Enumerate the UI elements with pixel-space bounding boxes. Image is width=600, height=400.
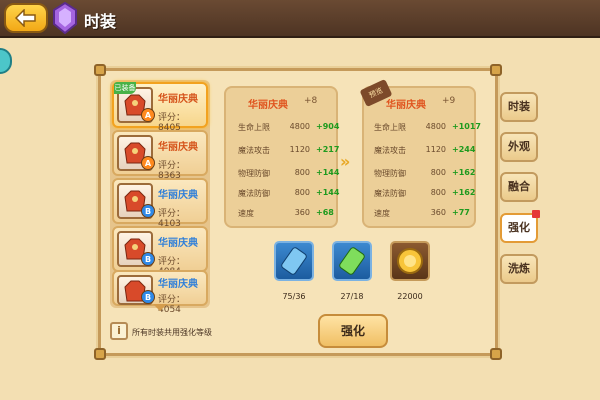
page-title: 时装 xyxy=(84,14,117,31)
current-level: +8 xyxy=(304,96,318,106)
upgrade-arrow-icon: » xyxy=(340,152,351,171)
back-button[interactable] xyxy=(4,3,48,33)
tab-appearance[interactable]: 外观 xyxy=(500,132,538,162)
tab-fusion[interactable]: 融合 xyxy=(500,172,538,202)
hint-text: 所有时装共用强化等级 xyxy=(132,328,212,337)
info-icon[interactable]: i xyxy=(110,322,128,340)
costume-list-item[interactable]: B 华丽庆典 评分：4084 xyxy=(112,226,208,277)
equipped-tag: 已装备 xyxy=(114,82,136,94)
costume-name: 华丽庆典 xyxy=(158,142,198,153)
green-scroll-icon xyxy=(339,247,365,275)
scroll-down-arrow-icon[interactable] xyxy=(153,304,167,311)
panel-corner-ornament xyxy=(94,348,106,360)
current-stats-card: 华丽庆典 +8 生命上限 4800 +904 魔法攻击 1120 +217 物理防御 80… xyxy=(224,86,339,228)
top-bar: 时装 xyxy=(0,0,600,38)
panel-corner-ornament xyxy=(94,64,106,76)
preview-stats-card: 华丽庆典 +9 生命上限 4800 +1017 魔法攻击 1120 +244 物理防御 8… xyxy=(362,86,481,228)
grade-badge-icon: B xyxy=(141,290,155,304)
material-count: 75/36 xyxy=(282,292,306,301)
panel-corner-ornament xyxy=(490,348,502,360)
tab-costume[interactable]: 时装 xyxy=(500,92,538,122)
grade-badge-icon: B xyxy=(141,204,155,218)
grade-badge-icon: A xyxy=(141,156,155,170)
material-slot[interactable] xyxy=(332,241,372,281)
strengthen-button[interactable]: 强化 xyxy=(318,314,388,348)
costume-name: 华丽庆典 xyxy=(158,238,198,249)
side-avatar-icon[interactable] xyxy=(0,48,12,74)
blue-scroll-icon xyxy=(281,247,307,275)
gold-coin-icon xyxy=(397,248,423,274)
material-slot[interactable] xyxy=(390,241,430,281)
costume-list-item[interactable]: B 华丽庆典 评分：4054 xyxy=(112,270,208,315)
back-arrow-icon xyxy=(15,9,36,27)
material-count: 22000 xyxy=(397,292,423,301)
costume-list-item[interactable]: B 华丽庆典 评分：4103 xyxy=(112,178,208,229)
preview-level: +9 xyxy=(442,96,456,106)
costume-list-item[interactable]: 已装备 A 华丽庆典 评分：8405 xyxy=(112,82,208,133)
grade-badge-icon: B xyxy=(141,252,155,266)
notification-dot xyxy=(532,210,540,218)
material-slot[interactable] xyxy=(274,241,314,281)
costume-name: 华丽庆典 xyxy=(158,190,198,201)
costume-list-item[interactable]: A 华丽庆典 评分：8363 xyxy=(112,130,208,181)
material-count: 27/18 xyxy=(340,292,364,301)
current-title: 华丽庆典 xyxy=(248,100,288,111)
tab-refine[interactable]: 洗炼 xyxy=(500,254,538,284)
costume-name: 华丽庆典 xyxy=(158,94,198,105)
preview-title: 华丽庆典 xyxy=(386,100,426,111)
costume-name: 华丽庆典 xyxy=(158,279,198,290)
purple-gem-icon xyxy=(53,2,77,34)
panel-corner-ornament xyxy=(490,64,502,76)
grade-badge-icon: A xyxy=(141,108,155,122)
